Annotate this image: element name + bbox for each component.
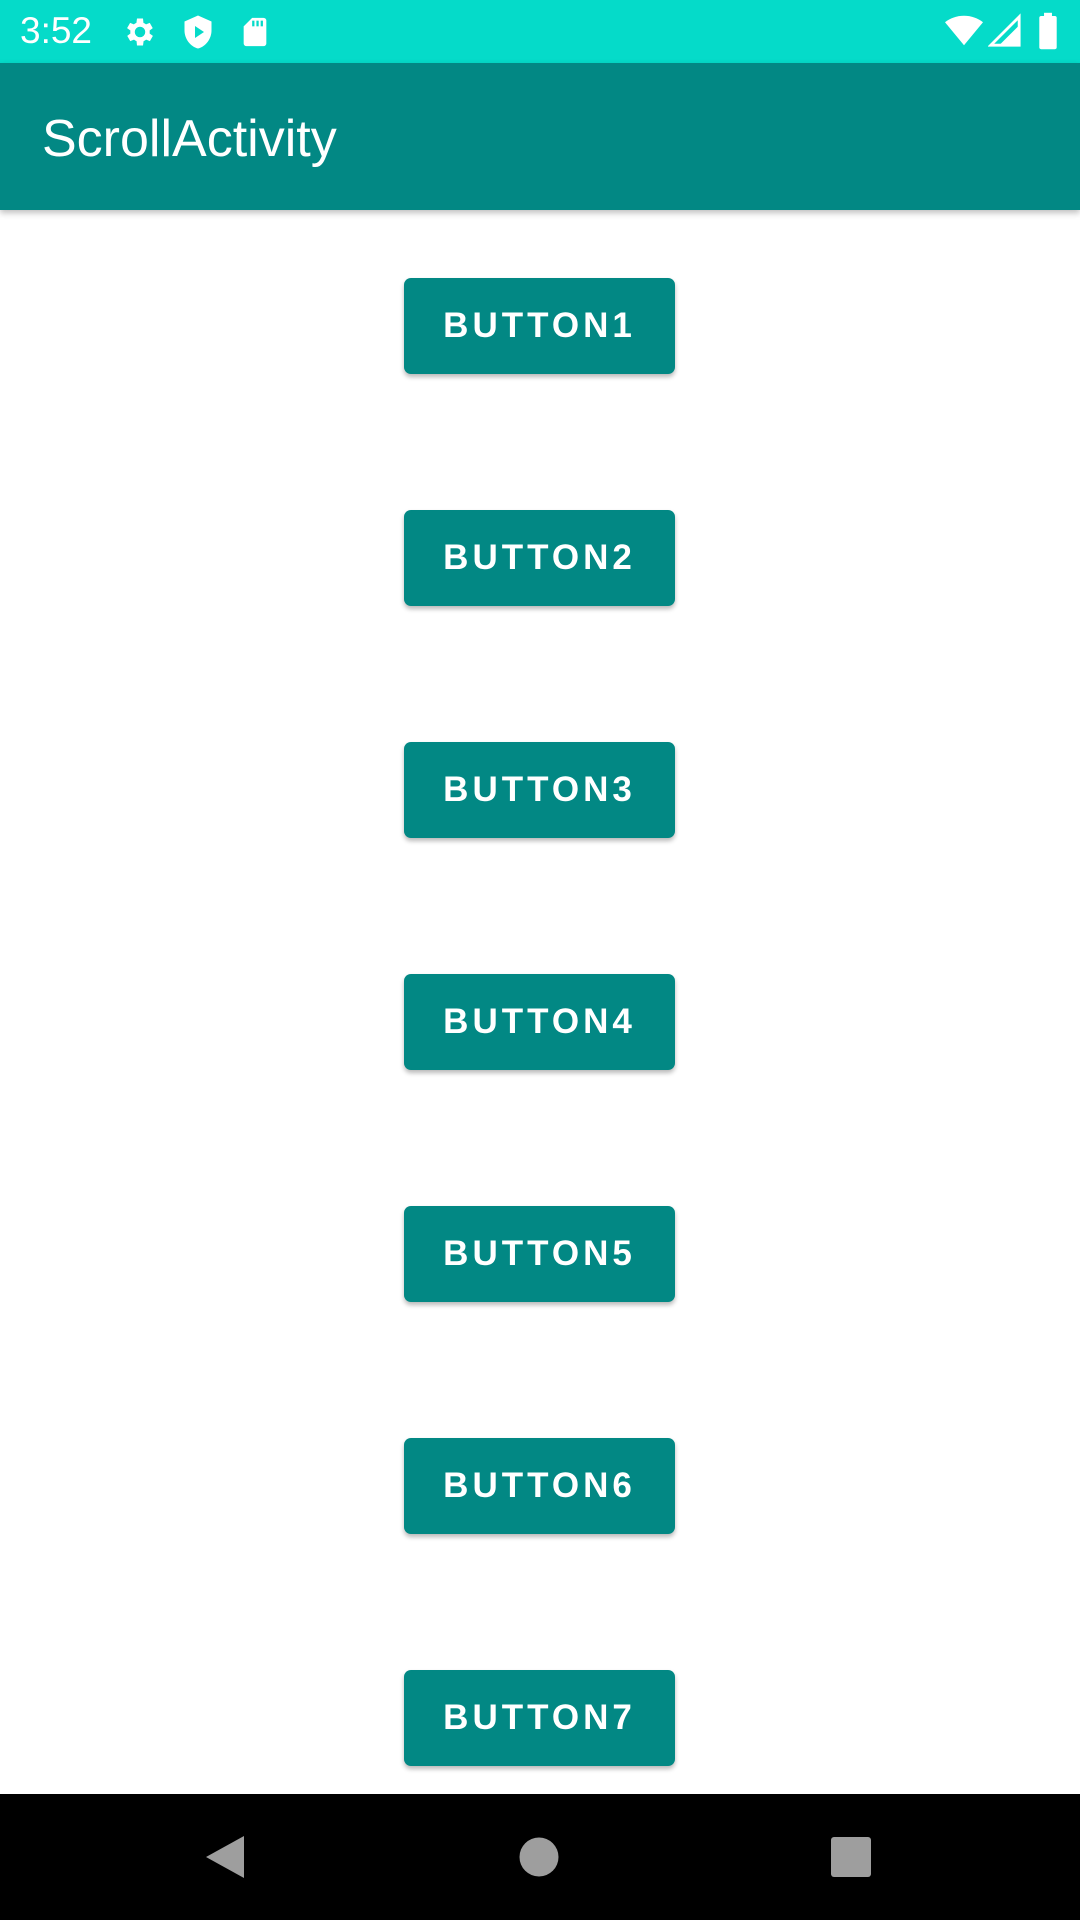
- scroll-content[interactable]: BUTTON1 BUTTON2 BUTTON3 BUTTON4 BUTTON5 …: [0, 210, 1080, 1794]
- button-6[interactable]: BUTTON6: [404, 1438, 675, 1534]
- shield-play-icon: [184, 15, 212, 49]
- cell-signal-icon: [988, 13, 1021, 47]
- button-2[interactable]: BUTTON2: [404, 510, 675, 606]
- button-4[interactable]: BUTTON4: [404, 974, 675, 1070]
- status-time: 3:52: [20, 10, 93, 51]
- navigation-bar: [0, 1794, 1080, 1920]
- page-title: ScrollActivity: [42, 110, 337, 168]
- recents-icon[interactable]: [830, 1836, 872, 1878]
- button-1[interactable]: BUTTON1: [404, 278, 675, 374]
- gear-icon: [127, 18, 153, 46]
- status-bar: 3:52: [0, 0, 1080, 63]
- app-bar: ScrollActivity: [0, 63, 1080, 210]
- button-3[interactable]: BUTTON3: [404, 742, 675, 838]
- button-5[interactable]: BUTTON5: [404, 1206, 675, 1302]
- button-7[interactable]: BUTTON7: [404, 1670, 675, 1766]
- sd-card-icon: [243, 17, 267, 47]
- back-icon[interactable]: [204, 1834, 248, 1880]
- home-icon[interactable]: [518, 1836, 560, 1878]
- battery-icon: [1039, 12, 1057, 50]
- wifi-icon: [945, 15, 983, 46]
